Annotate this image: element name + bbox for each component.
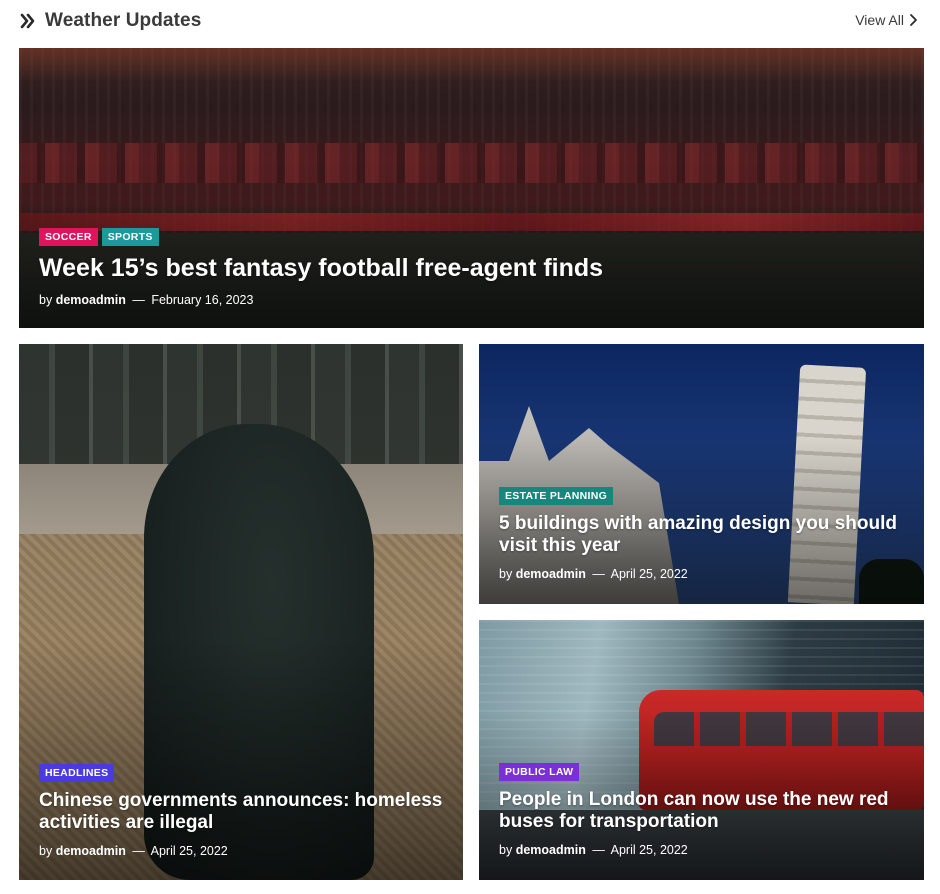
post-date: April 25, 2022 xyxy=(150,844,228,859)
post-tags: ESTATE PLANNING xyxy=(499,487,904,505)
view-all-link[interactable]: View All xyxy=(855,12,918,28)
post-tags: HEADLINES xyxy=(39,764,443,782)
section-title: Weather Updates xyxy=(45,9,202,31)
meta-separator: — xyxy=(592,567,605,582)
post-title[interactable]: Week 15’s best fantasy football free-age… xyxy=(39,254,904,284)
meta-by: by xyxy=(39,293,53,308)
post-content: SOCCER SPORTS Week 15’s best fantasy foo… xyxy=(39,228,904,307)
post-content: HEADLINES Chinese governments announces:… xyxy=(39,764,443,858)
post-content: PUBLIC LAW People in London can now use … xyxy=(499,763,904,857)
author-link[interactable]: demoadmin xyxy=(516,567,586,581)
meta-by: by xyxy=(499,843,513,858)
post-tags: SOCCER SPORTS xyxy=(39,228,904,246)
author-link[interactable]: demoadmin xyxy=(56,293,126,307)
post-date: April 25, 2022 xyxy=(610,843,688,858)
tag-soccer[interactable]: SOCCER xyxy=(39,228,98,246)
tag-sports[interactable]: SPORTS xyxy=(101,228,159,246)
meta-by: by xyxy=(499,567,513,582)
post-meta: by demoadmin — February 16, 2023 xyxy=(39,293,904,307)
meta-by: by xyxy=(39,844,53,859)
meta-separator: — xyxy=(132,844,145,859)
post-meta: by demoadmin — April 25, 2022 xyxy=(499,843,904,857)
post-content: ESTATE PLANNING 5 buildings with amazing… xyxy=(499,487,904,581)
post-card-small[interactable]: ESTATE PLANNING 5 buildings with amazing… xyxy=(479,344,924,604)
post-tags: PUBLIC LAW xyxy=(499,763,904,781)
post-title[interactable]: Chinese governments announces: homeless … xyxy=(39,790,443,835)
post-meta: by demoadmin — April 25, 2022 xyxy=(39,844,443,858)
meta-separator: — xyxy=(592,843,605,858)
post-card-large[interactable]: HEADLINES Chinese governments announces:… xyxy=(19,344,463,880)
section-header: Weather Updates View All xyxy=(19,0,924,44)
post-title[interactable]: People in London can now use the new red… xyxy=(499,789,904,834)
post-meta: by demoadmin — April 25, 2022 xyxy=(499,567,904,581)
tag-public-law[interactable]: PUBLIC LAW xyxy=(499,763,580,781)
author-link[interactable]: demoadmin xyxy=(516,843,586,857)
view-all-label: View All xyxy=(855,12,904,28)
meta-separator: — xyxy=(132,293,145,308)
tag-estate-planning[interactable]: ESTATE PLANNING xyxy=(499,487,614,505)
post-title[interactable]: 5 buildings with amazing design you shou… xyxy=(499,513,904,558)
chevron-right-icon xyxy=(910,14,917,26)
section-title-wrap: Weather Updates xyxy=(19,9,201,32)
post-date: February 16, 2023 xyxy=(151,293,254,308)
author-link[interactable]: demoadmin xyxy=(56,844,126,858)
double-chevron-right-icon xyxy=(20,13,35,29)
tag-headlines[interactable]: HEADLINES xyxy=(39,764,115,782)
post-date: April 25, 2022 xyxy=(610,567,688,582)
post-card-featured[interactable]: SOCCER SPORTS Week 15’s best fantasy foo… xyxy=(19,48,924,328)
post-card-small[interactable]: PUBLIC LAW People in London can now use … xyxy=(479,620,924,880)
